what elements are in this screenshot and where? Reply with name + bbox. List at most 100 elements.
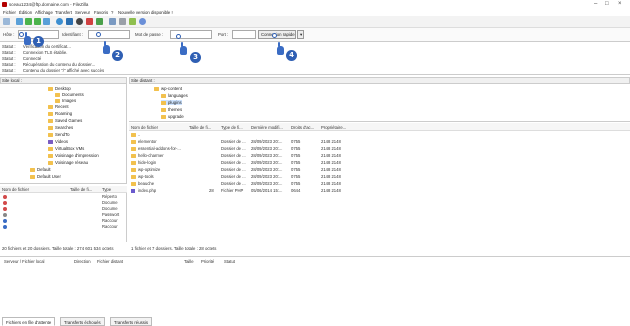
tree-item-plugins[interactable]: plugins — [161, 100, 182, 105]
col-remote-perms[interactable]: Droits d'ac... — [291, 125, 314, 130]
tab-failed[interactable]: Transferts échoués — [60, 317, 105, 326]
tree-item-videos[interactable]: Videos — [48, 139, 68, 144]
tree-item-desktop[interactable]: Desktop — [48, 86, 71, 91]
file-icon — [3, 213, 7, 217]
col-remote-owner[interactable]: Propriétaire... — [321, 125, 346, 130]
tree-item-net-hood[interactable]: Voisinage réseau — [48, 160, 88, 165]
quickconnect-button[interactable]: Connexion rapide — [258, 30, 296, 39]
toggle-log-icon[interactable] — [16, 18, 23, 25]
col-queue-direction[interactable]: Direction — [74, 259, 91, 264]
compare-icon[interactable] — [119, 18, 126, 25]
col-queue-remote[interactable]: Fichier distant — [97, 259, 123, 264]
folder-icon — [131, 154, 136, 158]
tree-item-languages[interactable]: languages — [161, 93, 188, 98]
table-row[interactable]: hide-login Dossier de ... 28/09/2023 20:… — [129, 160, 630, 166]
folder-icon — [131, 147, 136, 151]
user-input[interactable] — [88, 30, 130, 39]
col-local-size[interactable]: Taille de fi... — [70, 187, 92, 192]
folder-icon — [131, 168, 136, 172]
tree-item-searches[interactable]: Searches — [48, 125, 73, 130]
toggle-remote-tree-icon[interactable] — [34, 18, 41, 25]
table-row[interactable]: wp-optimize Dossier de ... 28/09/2023 20… — [129, 167, 630, 173]
log-line: Statut : Connexion TLS établie. — [2, 50, 68, 55]
folder-icon — [161, 100, 166, 105]
folder-icon — [161, 93, 166, 98]
quickconnect-dropdown-icon[interactable]: ▾ — [297, 30, 304, 39]
table-row[interactable]: elementor Dossier de ... 28/09/2023 20:.… — [129, 139, 630, 145]
log-line: Statut : Récupération du contenu du doss… — [2, 62, 96, 67]
tree-item-default-user[interactable]: Default User — [30, 174, 61, 179]
folder-icon — [48, 86, 53, 91]
menu-favoris[interactable]: Favoris — [94, 10, 108, 15]
col-queue-size[interactable]: Taille — [184, 259, 194, 264]
password-pointer-dot — [176, 34, 181, 39]
tab-successful[interactable]: Transferts réussis — [110, 317, 152, 326]
folder-icon — [48, 125, 53, 130]
tab-queued[interactable]: Fichiers en file d'attente — [2, 317, 56, 326]
message-log: Statut : Vérification du certificat... S… — [0, 43, 630, 75]
toggle-queue-icon[interactable] — [43, 18, 50, 25]
table-row[interactable]: hello-charmer Dossier de ... 28/09/2023 … — [129, 153, 630, 159]
process-queue-icon[interactable] — [66, 18, 73, 25]
row-owner: 2148 2148 — [321, 174, 341, 179]
col-local-name[interactable]: Nom de fichier — [2, 187, 29, 192]
tree-item-virtualbox[interactable]: VirtualBox VMs — [48, 146, 84, 151]
table-row[interactable]: .. — [129, 132, 630, 138]
table-row[interactable]: essential-addons-for-... Dossier de ... … — [129, 146, 630, 152]
col-remote-modified[interactable]: Dernière modifi... — [251, 125, 283, 130]
folder-icon — [30, 167, 35, 172]
hand-pointer-icon — [24, 32, 31, 45]
table-row[interactable]: beauche Dossier de ... 28/09/2023 20:...… — [129, 181, 630, 187]
tree-item-print-hood[interactable]: Voisinage d'impression — [48, 153, 99, 158]
tree-item-saved-games[interactable]: Saved Games — [48, 118, 82, 123]
tree-item-recent[interactable]: Recent — [48, 104, 69, 109]
row-owner: 2148 2148 — [321, 160, 341, 165]
close-icon[interactable]: × — [618, 1, 622, 7]
table-row[interactable]: wp-tools Dossier de ... 28/09/2023 20:..… — [129, 174, 630, 180]
col-queue-priority[interactable]: Priorité — [201, 259, 214, 264]
col-queue-server[interactable]: Serveur / Fichier local — [4, 259, 45, 264]
remote-tree: wp-content languages plugins themes upgr… — [129, 84, 630, 122]
row-type: Dossier de ... — [221, 160, 246, 165]
menu-new-version[interactable]: Nouvelle version disponible ! — [118, 10, 173, 15]
menu-fichier[interactable]: Fichier — [3, 10, 16, 15]
tree-item-sendto[interactable]: SendTo — [48, 132, 70, 137]
reconnect-icon[interactable] — [96, 18, 103, 25]
cancel-icon[interactable] — [76, 18, 83, 25]
local-row-type: Docume — [102, 206, 118, 211]
tree-item-themes[interactable]: themes — [161, 107, 182, 112]
folder-icon — [131, 175, 136, 179]
remote-site-label: Site distant : — [131, 78, 155, 83]
port-input[interactable] — [232, 30, 256, 39]
row-size: 28 — [209, 188, 214, 193]
tree-item-roaming[interactable]: Roaming — [48, 111, 72, 116]
toggle-local-tree-icon[interactable] — [25, 18, 32, 25]
tree-item-upgrade[interactable]: upgrade — [161, 114, 184, 119]
disconnect-icon[interactable] — [86, 18, 93, 25]
maximize-icon[interactable]: □ — [605, 1, 609, 7]
site-manager-icon[interactable] — [3, 18, 10, 25]
title-bar: sceau1234@ftp.domaine.com - FileZilla – … — [0, 0, 630, 9]
table-row[interactable]: index.php 28 Fichier PHP 05/06/2014 15:.… — [129, 188, 630, 194]
col-remote-name[interactable]: Nom de fichier — [131, 125, 158, 130]
col-local-type[interactable]: Type — [102, 187, 111, 192]
tree-item-default[interactable]: Default — [30, 167, 51, 172]
sync-browse-icon[interactable] — [129, 18, 136, 25]
row-date: 28/09/2023 20:... — [251, 139, 283, 144]
col-queue-status[interactable]: Statut — [224, 259, 235, 264]
tree-item-images[interactable]: Images — [55, 98, 76, 103]
toolbar — [0, 16, 630, 28]
menu-transfert[interactable]: Transfert — [55, 10, 72, 15]
search-icon[interactable] — [139, 18, 146, 25]
menu-serveur[interactable]: Serveur — [75, 10, 90, 15]
col-remote-size[interactable]: Taille de fi... — [189, 125, 211, 130]
tree-item-documents[interactable]: Documents — [55, 92, 84, 97]
filter-icon[interactable] — [109, 18, 116, 25]
col-remote-type[interactable]: Type de fi... — [221, 125, 243, 130]
tree-item-wp-content[interactable]: wp-content — [154, 86, 182, 91]
menu-help[interactable]: ? — [111, 10, 113, 15]
menu-edition[interactable]: Édition — [19, 10, 32, 15]
menu-affichage[interactable]: Affichage — [35, 10, 53, 15]
refresh-icon[interactable] — [56, 18, 63, 25]
minimize-icon[interactable]: – — [594, 1, 597, 7]
